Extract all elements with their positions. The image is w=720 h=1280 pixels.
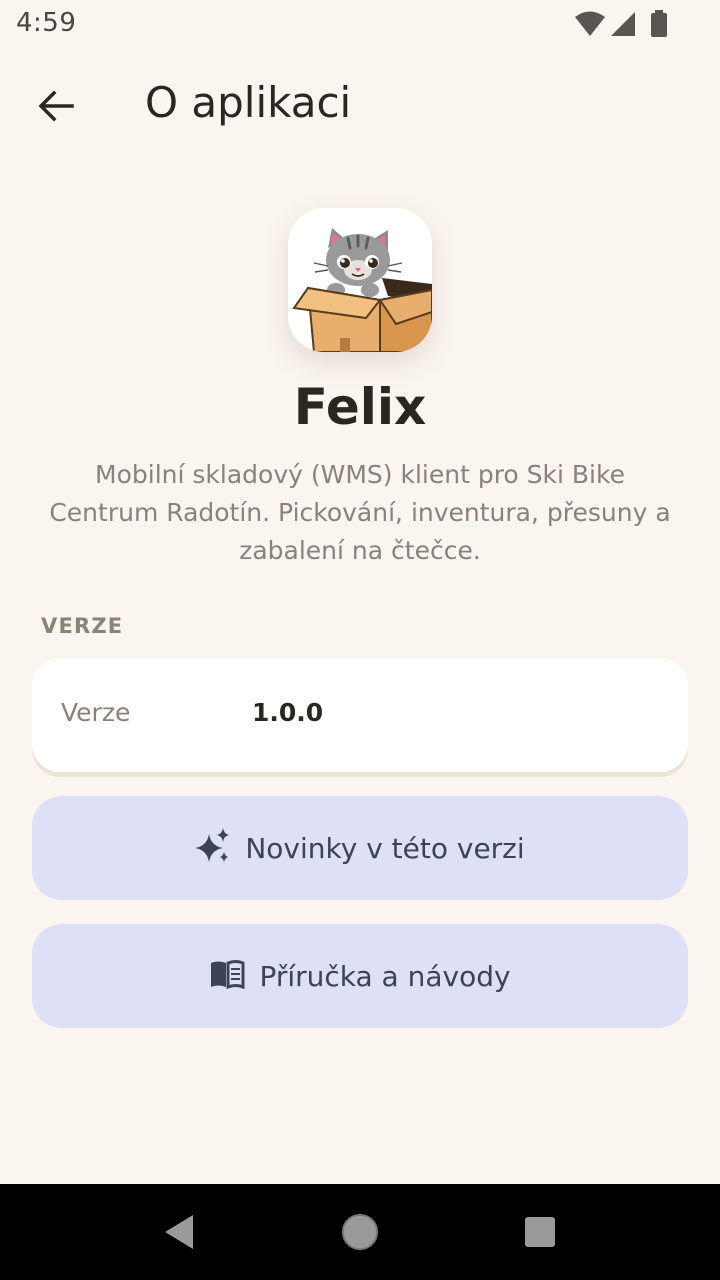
sparkles-icon xyxy=(195,827,231,869)
version-value: 1.0.0 xyxy=(252,698,324,727)
manual-button[interactable]: Příručka a návody xyxy=(32,924,688,1028)
status-icons xyxy=(574,10,668,43)
version-card: Verze 1.0.0 xyxy=(32,658,688,772)
version-key: Verze xyxy=(61,698,131,727)
whats-new-label: Novinky v této verzi xyxy=(245,831,525,865)
app-bar: O aplikaci xyxy=(0,56,720,152)
status-time: 4:59 xyxy=(16,8,77,38)
signal-icon xyxy=(610,11,636,42)
book-icon xyxy=(209,959,245,994)
cat-in-box-icon xyxy=(292,228,432,352)
arrow-back-icon xyxy=(38,90,74,127)
app-description: Mobilní skladový (WMS) klient pro Ski Bi… xyxy=(49,460,671,565)
battery-icon xyxy=(650,10,668,43)
back-button[interactable] xyxy=(24,80,88,136)
app-name: Felix xyxy=(293,378,427,436)
status-bar: 4:59 xyxy=(0,0,720,48)
app-icon xyxy=(288,208,432,352)
whats-new-button[interactable]: Novinky v této verzi xyxy=(32,796,688,900)
page-title: O aplikaci xyxy=(145,78,352,127)
system-nav-bar xyxy=(0,1184,720,1280)
recents-square-icon[interactable] xyxy=(520,1212,560,1252)
home-circle-icon[interactable] xyxy=(340,1212,380,1252)
back-triangle-icon[interactable] xyxy=(160,1212,200,1252)
manual-label: Příručka a návody xyxy=(259,959,511,993)
section-label-version: VERZE xyxy=(41,614,124,638)
wifi-icon xyxy=(574,10,606,43)
